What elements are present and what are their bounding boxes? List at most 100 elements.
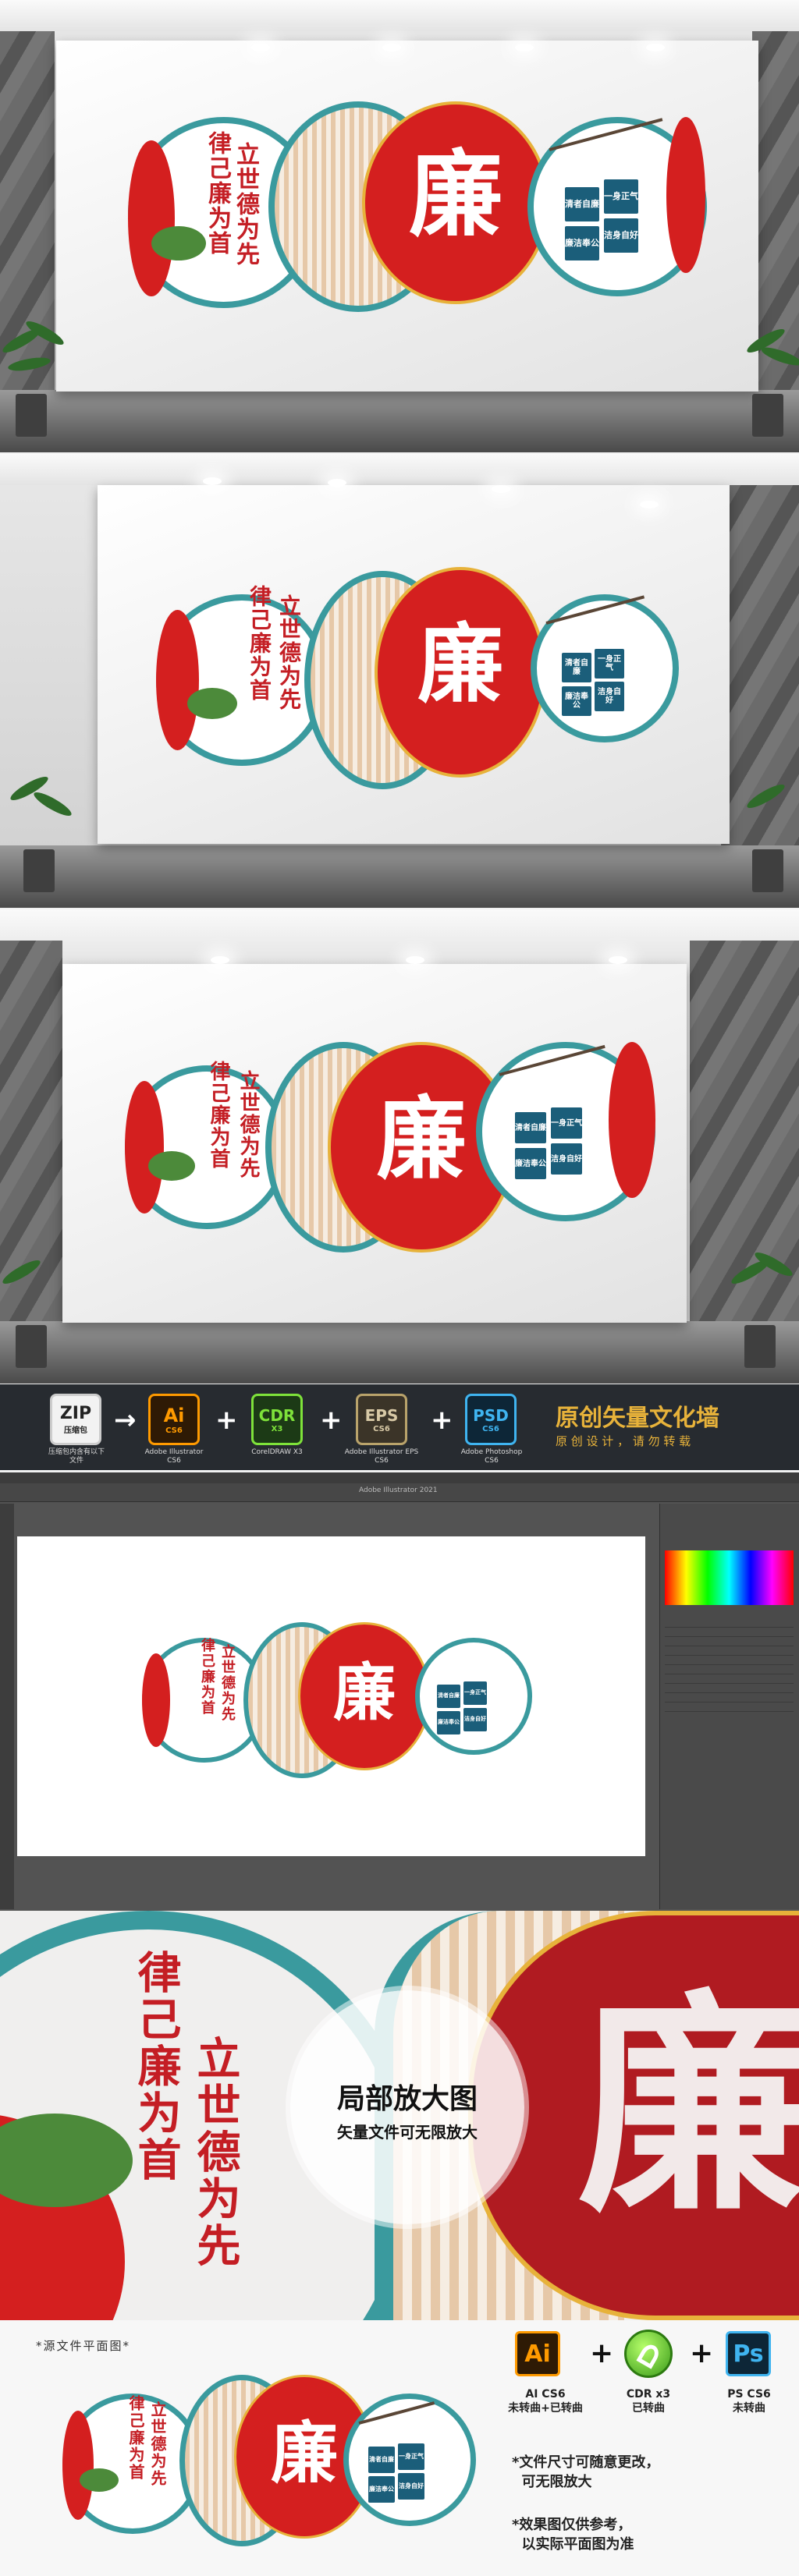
- ai-caption: AI CS6 未转曲+已转曲: [508, 2388, 583, 2415]
- scene-mockup-3: 立世德为先 律己廉为首 廉 清者自廉 一身正气 廉洁奉公 洁身自好: [0, 909, 799, 1384]
- main-char: 廉: [577, 1968, 799, 2243]
- file-format-banner: ZIP 压缩包 压缩包内含有以下文件 → Ai CS6 Adobe Illust…: [0, 1384, 799, 1470]
- floor: [0, 845, 799, 908]
- eps-label: EPS: [364, 1405, 399, 1425]
- psd-label: PSD: [473, 1405, 509, 1425]
- tile-4: 洁身自好: [398, 2473, 424, 2500]
- zoom-detail: 律己廉为首 立世德为先 廉 局部放大图 矢量文件可无限放大: [0, 1911, 799, 2320]
- spotlight: [640, 501, 659, 508]
- tile-1: 清者自廉: [368, 2447, 395, 2473]
- scene-mockup-1: 立世德为先 律己廉为首 廉 清者自廉 一身正气 廉洁奉公 洁身自好: [0, 0, 799, 452]
- slogan-left: 律己廉为首: [126, 2395, 145, 2481]
- lotus-leaf: [151, 226, 206, 260]
- layer-row[interactable]: [665, 1686, 794, 1693]
- layers-panel[interactable]: [659, 1504, 799, 1909]
- zoom-title: 局部放大图: [336, 2083, 478, 2115]
- tile-2: 一身正气: [595, 649, 624, 679]
- spotlight: [492, 485, 510, 493]
- spotlight: [515, 44, 534, 51]
- floor: [0, 390, 799, 452]
- ceiling: [0, 0, 799, 31]
- zip-sub: 压缩包: [64, 1426, 87, 1435]
- tile-3: 廉洁奉公: [515, 1148, 546, 1179]
- psd-ver: CS6: [482, 1424, 499, 1433]
- tile-1: 清者自廉: [565, 187, 599, 221]
- note-reference: *效果图仅供参考， 以实际平面图为准: [512, 2517, 634, 2553]
- scene-mockup-2: 立世德为先 律己廉为首 廉 清者自廉 一身正气 廉洁奉公 洁身自好: [0, 454, 799, 908]
- red-wave: [142, 1653, 170, 1747]
- main-char: 廉: [417, 614, 503, 714]
- spotlight: [203, 477, 222, 485]
- ps-icon: Ps: [726, 2331, 771, 2376]
- layer-row[interactable]: [665, 1677, 794, 1684]
- tile-1: 清者自廉: [515, 1112, 546, 1143]
- slogan-left: 律己廉为首: [130, 1950, 182, 2184]
- page: 立世德为先 律己廉为首 廉 清者自廉 一身正气 廉洁奉公 洁身自好 立世德为先 …: [0, 0, 799, 2576]
- tile-2: 一身正气: [604, 179, 638, 214]
- layer-row[interactable]: [665, 1649, 794, 1656]
- plus-icon: +: [431, 1405, 453, 1436]
- tile-3: 廉洁奉公: [562, 686, 591, 716]
- zip-icon: ZIP 压缩包: [50, 1394, 101, 1445]
- plus-icon: +: [320, 1405, 343, 1436]
- main-char: 廉: [376, 1086, 467, 1192]
- culture-wall: 立世德为先 律己廉为首 廉 清者自廉 一身正气 廉洁奉公 洁身自好: [62, 2375, 476, 2554]
- layer-row[interactable]: [665, 1695, 794, 1703]
- spotlight: [609, 956, 627, 964]
- layer-row[interactable]: [665, 1621, 794, 1628]
- layer-row[interactable]: [665, 1705, 794, 1712]
- slogan-left: 律己廉为首: [247, 585, 272, 702]
- plus-icon: +: [590, 2337, 614, 2369]
- plus-icon: +: [690, 2337, 714, 2369]
- tile-4: 洁身自好: [551, 1143, 582, 1175]
- psd-icon: PSD CS6: [465, 1394, 517, 1445]
- menu-bar[interactable]: [0, 1472, 799, 1483]
- illustrator-window: Adobe Illustrator 2021 立世德为先 律己廉为首 廉 清者自…: [0, 1472, 799, 1911]
- potted-plant: [0, 1251, 62, 1368]
- potted-plant: [729, 1249, 795, 1368]
- options-bar[interactable]: Adobe Illustrator 2021: [0, 1483, 799, 1502]
- tools-panel[interactable]: [0, 1504, 14, 1909]
- banner-title: 原创矢量文化墙: [556, 1405, 719, 1432]
- slogan-right: 立世德为先: [236, 1070, 260, 1179]
- culture-wall: 立世德为先 律己廉为首 廉 清者自廉 一身正气 廉洁奉公 洁身自好: [128, 101, 707, 328]
- slogan-left: 律己廉为首: [207, 1061, 230, 1170]
- spotlight: [211, 956, 229, 964]
- psd-caption: Adobe Photoshop CS6: [460, 1448, 523, 1465]
- eps-icon: EPS CS6: [356, 1394, 407, 1445]
- slogan-right: 立世德为先: [276, 594, 302, 711]
- window-title: Adobe Illustrator 2021: [359, 1486, 438, 1494]
- slogan-left: 律己廉为首: [199, 1638, 215, 1716]
- color-swatches[interactable]: [665, 1550, 794, 1605]
- banner-subtitle: 原 创 设 计 ， 请 勿 转 载: [556, 1434, 691, 1448]
- cdr-label: CDR: [258, 1405, 296, 1425]
- tile-1: 清者自廉: [437, 1685, 460, 1708]
- tile-1: 清者自廉: [562, 653, 591, 682]
- red-wave: [128, 140, 175, 296]
- potted-plant: [0, 317, 66, 437]
- cdr-icon: [624, 2330, 673, 2378]
- plus-icon: +: [215, 1405, 238, 1436]
- lotus-leaf: [187, 688, 237, 719]
- layer-row[interactable]: [665, 1630, 794, 1637]
- tile-4: 洁身自好: [595, 682, 624, 711]
- red-wave: [156, 610, 199, 750]
- tile-3: 廉洁奉公: [437, 1711, 460, 1734]
- potted-plant: [8, 773, 74, 892]
- red-wave: [609, 1042, 655, 1198]
- zoom-subtitle: 矢量文件可无限放大: [337, 2123, 478, 2142]
- cdr-caption: CDR x3 已转曲: [626, 2388, 671, 2415]
- layer-row[interactable]: [665, 1658, 794, 1665]
- ai-icon: Ai: [515, 2331, 560, 2376]
- tile-2: 一身正气: [463, 1681, 487, 1705]
- red-wave: [62, 2411, 94, 2520]
- cdr-caption: CorelDRAW X3: [251, 1448, 303, 1456]
- ai-label: Ai: [163, 1404, 185, 1426]
- ceiling: [0, 454, 799, 485]
- layer-row[interactable]: [665, 1667, 794, 1674]
- potted-plant: [737, 775, 799, 892]
- lotus-leaf: [148, 1151, 195, 1181]
- layer-row[interactable]: [665, 1639, 794, 1646]
- potted-plant: [737, 320, 799, 437]
- artboard[interactable]: 立世德为先 律己廉为首 廉 清者自廉 一身正气 廉洁奉公 洁身自好: [17, 1536, 645, 1856]
